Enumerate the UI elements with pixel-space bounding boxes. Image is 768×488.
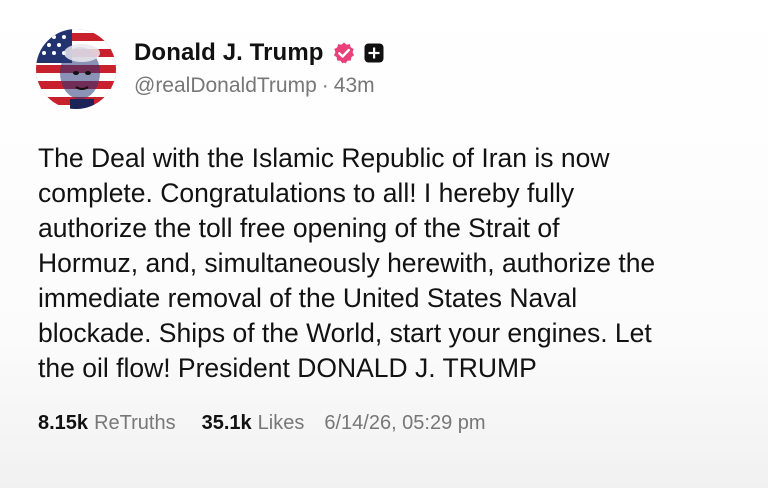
post-body-text: The Deal with the Islamic Republic of Ir… <box>38 143 656 383</box>
author-meta-row: @realDonaldTrump · 43m <box>134 74 375 98</box>
author-display-name[interactable]: Donald J. Trump <box>134 39 324 67</box>
retruths-label[interactable]: ReTruths <box>94 412 176 435</box>
truth-post: Donald J. Trump @realDonaldTrump · 43m T… <box>0 0 768 488</box>
verified-badge-icon <box>332 41 356 65</box>
post-timestamp[interactable]: 6/14/26, 05:29 pm <box>324 412 485 435</box>
post-stats: 8.15k ReTruths 35.1k Likes 6/14/26, 05:2… <box>38 412 486 435</box>
author-handle[interactable]: @realDonaldTrump <box>134 74 317 98</box>
post-time-ago[interactable]: 43m <box>334 74 375 98</box>
plus-square-icon[interactable] <box>364 43 384 63</box>
author-name-row: Donald J. Trump <box>134 36 384 70</box>
likes-label[interactable]: Likes <box>258 412 305 435</box>
likes-count[interactable]: 35.1k <box>202 412 252 435</box>
avatar[interactable] <box>36 29 116 109</box>
retruths-count[interactable]: 8.15k <box>38 412 88 435</box>
meta-separator: · <box>321 74 329 97</box>
avatar-flag-portrait <box>36 29 116 109</box>
